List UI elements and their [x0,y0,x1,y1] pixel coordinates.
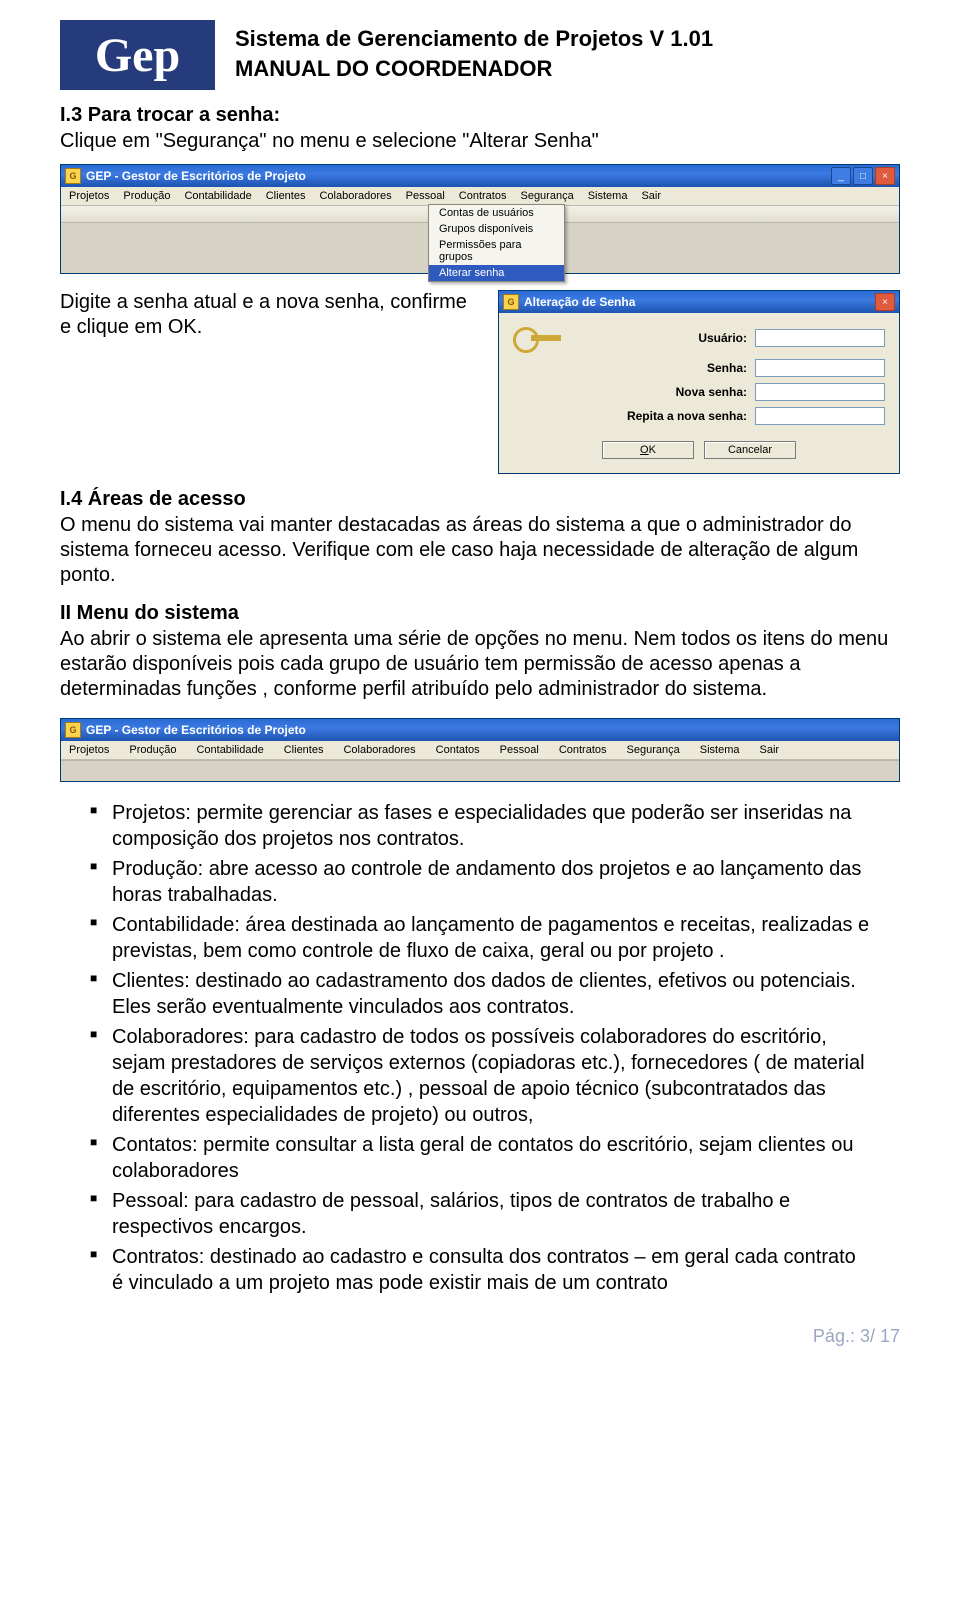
input-repita-senha[interactable] [755,407,885,425]
menu2-projetos[interactable]: Projetos [69,744,109,756]
menu-sair[interactable]: Sair [641,190,661,202]
input-senha[interactable] [755,359,885,377]
menu2-colaboradores[interactable]: Colaboradores [343,744,415,756]
app-titlebar: G GEP - Gestor de Escritórios de Projeto… [61,165,899,187]
ok-button[interactable]: OK [602,441,694,459]
menu-contabilidade[interactable]: Contabilidade [184,190,251,202]
header-line-1: Sistema de Gerenciamento de Projetos V 1… [235,24,713,54]
menu2-pessoal[interactable]: Pessoal [500,744,539,756]
app2-menubar: Projetos Produção Contabilidade Clientes… [61,741,899,760]
header-line-2: MANUAL DO COORDENADOR [235,54,713,84]
section-i4-text: O menu do sistema vai manter destacadas … [60,513,900,588]
app2-icon: G [65,722,81,738]
menu2-contratos[interactable]: Contratos [559,744,607,756]
menu-seguranca[interactable]: Segurança [520,190,573,202]
menu2-contabilidade[interactable]: Contabilidade [196,744,263,756]
menu-sistema[interactable]: Sistema [588,190,628,202]
dialog-titlebar: G Alteração de Senha × [499,291,899,313]
label-nova-senha: Nova senha: [676,385,747,399]
dropdown-contas-usuarios[interactable]: Contas de usuários [429,205,564,221]
label-repita-senha: Repita a nova senha: [627,409,747,423]
minimize-button[interactable]: _ [831,167,851,185]
bullet-contatos: Contatos: permite consultar a lista gera… [90,1132,870,1184]
app2-title: GEP - Gestor de Escritórios de Projeto [86,723,895,737]
menu2-clientes[interactable]: Clientes [284,744,324,756]
section-ii-text: Ao abrir o sistema ele apresenta uma sér… [60,627,900,702]
document-header: Gep Sistema de Gerenciamento de Projetos… [60,20,900,90]
dropdown-permissoes-grupos[interactable]: Permissões para grupos [429,237,564,265]
input-usuario[interactable] [755,329,885,347]
menu-producao[interactable]: Produção [123,190,170,202]
section-i3-text: Clique em "Segurança" no menu e selecion… [60,129,900,154]
app2-canvas [61,760,899,781]
menu-description-list: Projetos: permite gerenciar as fases e e… [90,800,900,1296]
key-icon [513,325,565,351]
bullet-colaboradores: Colaboradores: para cadastro de todos os… [90,1024,870,1128]
dialog-icon: G [503,294,519,310]
menu-projetos[interactable]: Projetos [69,190,109,202]
menu2-contatos[interactable]: Contatos [436,744,480,756]
bullet-contratos: Contratos: destinado ao cadastro e consu… [90,1244,870,1296]
cancel-label: Cancelar [728,444,772,456]
app-icon: G [65,168,81,184]
section-i4-title: I.4 Áreas de acesso [60,488,900,511]
section-ii-title: II Menu do sistema [60,602,900,625]
screenshot-app-with-dropdown: G GEP - Gestor de Escritórios de Projeto… [60,164,900,274]
dialog-alteracao-senha: G Alteração de Senha × Usuário: Senha: [498,290,900,474]
app-title-text: GEP - Gestor de Escritórios de Projeto [86,169,831,183]
maximize-button[interactable]: □ [853,167,873,185]
dialog-close-button[interactable]: × [875,293,895,311]
section-i3-title: I.3 Para trocar a senha: [60,104,900,127]
seguranca-dropdown: Contas de usuários Grupos disponíveis Pe… [428,204,565,282]
header-title-block: Sistema de Gerenciamento de Projetos V 1… [235,20,713,83]
instruction-digite-senha: Digite a senha atual e a nova senha, con… [60,290,482,340]
close-button[interactable]: × [875,167,895,185]
label-senha: Senha: [707,361,747,375]
menu-clientes[interactable]: Clientes [266,190,306,202]
label-usuario: Usuário: [698,331,747,345]
menu-colaboradores[interactable]: Colaboradores [319,190,391,202]
menu-contratos[interactable]: Contratos [459,190,507,202]
menu-pessoal[interactable]: Pessoal [406,190,445,202]
bullet-producao: Produção: abre acesso ao controle de and… [90,856,870,908]
menu2-sistema[interactable]: Sistema [700,744,740,756]
menu2-seguranca[interactable]: Segurança [627,744,680,756]
input-nova-senha[interactable] [755,383,885,401]
dropdown-grupos-disponiveis[interactable]: Grupos disponíveis [429,221,564,237]
cancel-button[interactable]: Cancelar [704,441,796,459]
bullet-clientes: Clientes: destinado ao cadastramento dos… [90,968,870,1020]
menu2-producao[interactable]: Produção [129,744,176,756]
bullet-contabilidade: Contabilidade: área destinada ao lançame… [90,912,870,964]
page-footer: Pág.: 3/ 17 [60,1326,900,1347]
menu2-sair[interactable]: Sair [759,744,779,756]
dialog-title: Alteração de Senha [524,295,875,309]
bullet-projetos: Projetos: permite gerenciar as fases e e… [90,800,870,852]
app2-titlebar: G GEP - Gestor de Escritórios de Projeto [61,719,899,741]
logo: Gep [60,20,215,90]
dropdown-alterar-senha[interactable]: Alterar senha [429,265,564,281]
screenshot-menubar: G GEP - Gestor de Escritórios de Projeto… [60,718,900,782]
bullet-pessoal: Pessoal: para cadastro de pessoal, salár… [90,1188,870,1240]
